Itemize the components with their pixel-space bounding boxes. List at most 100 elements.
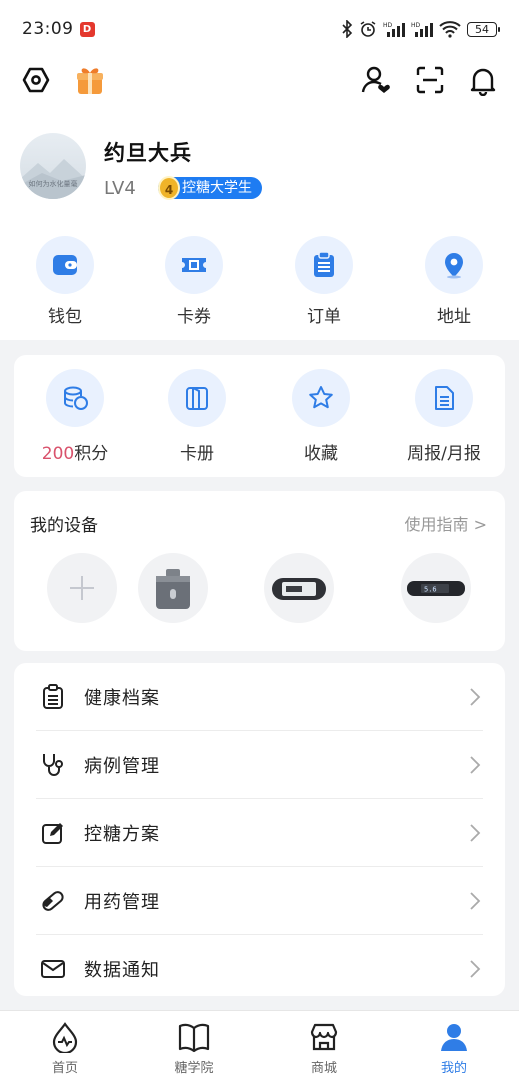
svg-text:HD: HD bbox=[411, 22, 421, 29]
points-label: 200积分 bbox=[20, 439, 130, 464]
book-icon bbox=[154, 1019, 234, 1055]
quick-action-address[interactable]: 地址 bbox=[409, 236, 499, 327]
points-value: 200 bbox=[41, 444, 75, 464]
tab-label: 首页 bbox=[51, 1061, 78, 1076]
user-profile[interactable]: 如何为水化量毫 约旦大兵 LV4 4 控糖大学生 bbox=[20, 133, 500, 203]
pill-icon bbox=[40, 888, 66, 914]
profile-person-icon bbox=[414, 1019, 494, 1055]
quick-action-label: 卡券 bbox=[177, 307, 211, 327]
quick-action-label: 钱包 bbox=[48, 307, 82, 327]
contacts-button[interactable] bbox=[358, 62, 394, 98]
menu-item-glucose-plan[interactable]: 控糖方案 bbox=[14, 799, 505, 867]
avatar[interactable]: 如何为水化量毫 bbox=[20, 133, 86, 199]
store-icon bbox=[284, 1019, 364, 1055]
status-bar: 23:09 D HD HD 54 bbox=[0, 0, 519, 58]
wallet-icon bbox=[53, 255, 77, 275]
address-icon-circle bbox=[425, 236, 483, 294]
quick-action-orders[interactable]: 订单 bbox=[279, 236, 369, 327]
order-clipboard-icon bbox=[314, 251, 334, 277]
wifi-icon bbox=[439, 21, 461, 38]
card-album-icon bbox=[186, 387, 208, 410]
title-badge[interactable]: 4 控糖大学生 bbox=[158, 176, 262, 200]
device-glucose-meter[interactable] bbox=[264, 553, 334, 623]
menu-item-label: 用药管理 bbox=[84, 892, 160, 913]
title-badge-label: 控糖大学生 bbox=[182, 180, 252, 196]
medal-icon: 4 bbox=[158, 176, 180, 200]
avatar-landscape-icon bbox=[20, 159, 86, 199]
chevron-right-icon bbox=[470, 688, 481, 706]
order-icon-circle bbox=[295, 236, 353, 294]
tab-label: 我的 bbox=[440, 1061, 467, 1076]
report-document-icon bbox=[435, 386, 454, 410]
service-label: 周报/月报 bbox=[407, 444, 481, 464]
star-icon bbox=[309, 386, 333, 409]
chevron-right-icon bbox=[470, 892, 481, 910]
menu-item-data-notification[interactable]: 数据通知 bbox=[14, 935, 505, 1003]
settings-hexagon-icon bbox=[22, 67, 50, 93]
service-reports[interactable]: 周报/月报 bbox=[389, 369, 499, 464]
tab-mine[interactable]: 我的 bbox=[414, 1019, 494, 1076]
tab-academy[interactable]: 糖学院 bbox=[154, 1019, 234, 1076]
tab-store[interactable]: 商城 bbox=[284, 1019, 364, 1076]
quick-action-wallet[interactable]: 钱包 bbox=[20, 236, 110, 327]
settings-button[interactable] bbox=[18, 62, 54, 98]
tab-label: 糖学院 bbox=[174, 1061, 214, 1076]
glucose-meter-device-icon bbox=[272, 578, 326, 600]
menu-item-medication[interactable]: 用药管理 bbox=[14, 867, 505, 935]
stethoscope-icon bbox=[40, 752, 66, 778]
quick-action-coupons[interactable]: 卡券 bbox=[149, 236, 239, 327]
user-name: 约旦大兵 bbox=[104, 141, 192, 165]
svg-text:HD: HD bbox=[383, 22, 393, 29]
menu-item-label: 健康档案 bbox=[84, 688, 160, 709]
signal-1-icon: HD bbox=[383, 22, 405, 37]
points-coins-icon bbox=[64, 386, 88, 410]
edit-plan-icon bbox=[40, 820, 66, 846]
service-card-album[interactable]: 卡册 bbox=[142, 369, 252, 464]
tab-home[interactable]: 首页 bbox=[25, 1019, 105, 1076]
device-cgm-monitor[interactable]: 5.6 bbox=[401, 553, 471, 623]
coupon-icon-circle bbox=[165, 236, 223, 294]
wallet-icon-circle bbox=[36, 236, 94, 294]
devices-card: 我的设备 使用指南 > 5.6 bbox=[14, 491, 505, 651]
signal-2-icon: HD bbox=[411, 22, 433, 37]
avatar-caption: 如何为水化量毫 bbox=[28, 180, 78, 188]
menu-item-health-record[interactable]: 健康档案 bbox=[14, 663, 505, 731]
scan-button[interactable] bbox=[412, 62, 448, 98]
devices-title: 我的设备 bbox=[30, 516, 98, 536]
service-points[interactable]: 200积分 bbox=[20, 369, 130, 464]
quick-action-label: 地址 bbox=[437, 307, 471, 327]
service-label: 卡册 bbox=[180, 444, 214, 464]
user-level: LV4 bbox=[104, 178, 136, 199]
bell-icon bbox=[470, 68, 496, 96]
points-icon-circle bbox=[46, 369, 104, 427]
health-record-icon bbox=[40, 684, 66, 710]
device-glucose-reader[interactable] bbox=[138, 553, 208, 623]
favorites-icon-circle bbox=[292, 369, 350, 427]
chevron-right-icon bbox=[470, 756, 481, 774]
plus-icon bbox=[70, 576, 94, 600]
status-time: 23:09 bbox=[22, 19, 74, 39]
bottom-tab-bar: 首页 糖学院 商城 我的 bbox=[0, 1010, 519, 1088]
battery-icon: 54 bbox=[467, 21, 500, 37]
services-card: 200积分 卡册 收藏 周报/月报 bbox=[14, 355, 505, 477]
service-favorites[interactable]: 收藏 bbox=[266, 369, 376, 464]
menu-item-case-management[interactable]: 病例管理 bbox=[14, 731, 505, 799]
quick-action-label: 订单 bbox=[307, 307, 341, 327]
chevron-right-icon bbox=[470, 824, 481, 842]
add-device-button[interactable] bbox=[47, 553, 117, 623]
devices-guide-link[interactable]: 使用指南 > bbox=[405, 511, 488, 535]
menu-card: 健康档案 病例管理 控糖方案 用药管理 数据通知 bbox=[14, 663, 505, 996]
location-pin-icon bbox=[445, 253, 463, 279]
reports-icon-circle bbox=[415, 369, 473, 427]
scan-icon bbox=[416, 66, 444, 94]
menu-item-label: 控糖方案 bbox=[84, 824, 160, 845]
notifications-button[interactable] bbox=[465, 62, 501, 98]
gift-button[interactable] bbox=[72, 62, 108, 98]
card-album-icon-circle bbox=[168, 369, 226, 427]
service-label: 收藏 bbox=[304, 444, 338, 464]
gift-icon bbox=[77, 68, 103, 94]
coupon-icon bbox=[182, 258, 206, 272]
cgm-monitor-device-icon: 5.6 bbox=[407, 581, 465, 596]
alarm-icon bbox=[360, 21, 376, 37]
envelope-icon bbox=[40, 956, 66, 982]
